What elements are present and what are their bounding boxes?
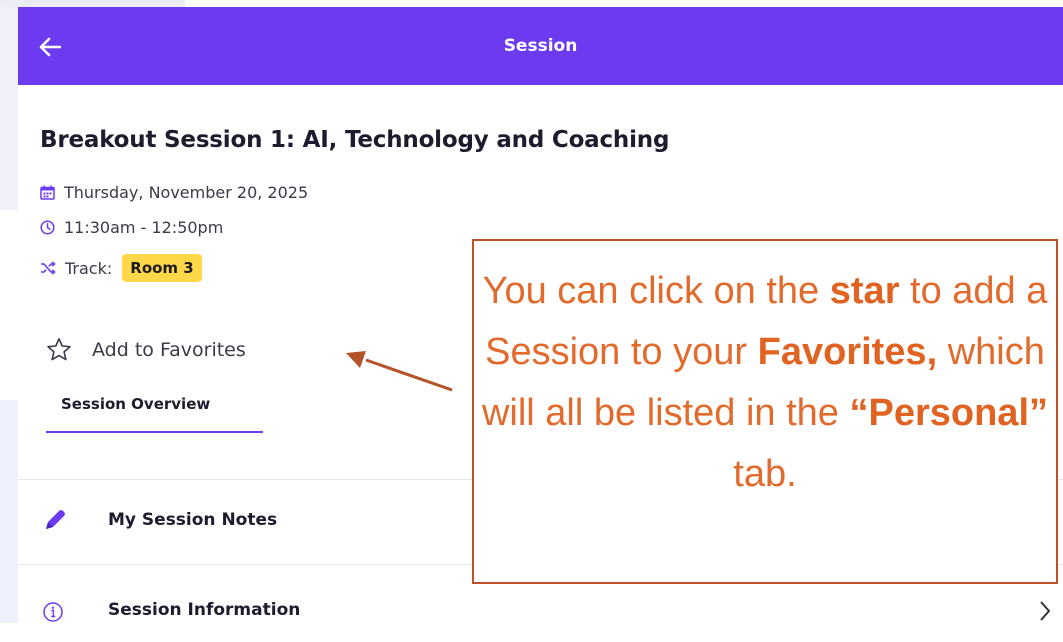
page-title: Session xyxy=(503,36,578,56)
calendar-icon xyxy=(40,185,55,200)
track-badge: Room 3 xyxy=(122,254,202,282)
session-time-row: 11:30am - 12:50pm xyxy=(40,218,223,237)
session-date: Thursday, November 20, 2025 xyxy=(64,183,309,202)
info-icon xyxy=(43,602,63,622)
background-panel xyxy=(0,0,18,210)
header-bar: Session xyxy=(18,7,1063,85)
track-label: Track: xyxy=(65,258,113,278)
callout-emphasis: star xyxy=(829,270,900,312)
favorites-label: Add to Favorites xyxy=(92,338,246,361)
pencil-icon xyxy=(46,510,65,529)
shuffle-icon xyxy=(41,261,56,275)
session-date-row: Thursday, November 20, 2025 xyxy=(40,183,308,202)
clock-icon xyxy=(40,220,55,235)
add-to-favorites-button[interactable]: Add to Favorites xyxy=(46,337,246,362)
tab-label: Session Overview xyxy=(61,395,211,413)
annotation-callout: You can click on the star to add a Sessi… xyxy=(472,239,1058,584)
session-time: 11:30am - 12:50pm xyxy=(64,218,224,237)
star-icon xyxy=(47,338,71,361)
tab-session-overview[interactable]: Session Overview xyxy=(46,391,263,433)
callout-text: You can click on the xyxy=(482,270,830,312)
session-information-item[interactable]: Session Information xyxy=(18,582,1063,642)
session-track-row: Track: Room 3 xyxy=(40,254,202,282)
callout-emphasis: Favorites, xyxy=(757,331,938,373)
menu-label: My Session Notes xyxy=(108,510,278,530)
session-title: Breakout Session 1: AI, Technology and C… xyxy=(40,127,670,153)
background-panel xyxy=(0,400,18,623)
callout-text: tab. xyxy=(733,453,797,495)
menu-label: Session Information xyxy=(108,600,301,620)
background-panel xyxy=(0,0,185,7)
chevron-right-icon xyxy=(1040,601,1051,621)
callout-emphasis: “Personal” xyxy=(849,392,1049,434)
